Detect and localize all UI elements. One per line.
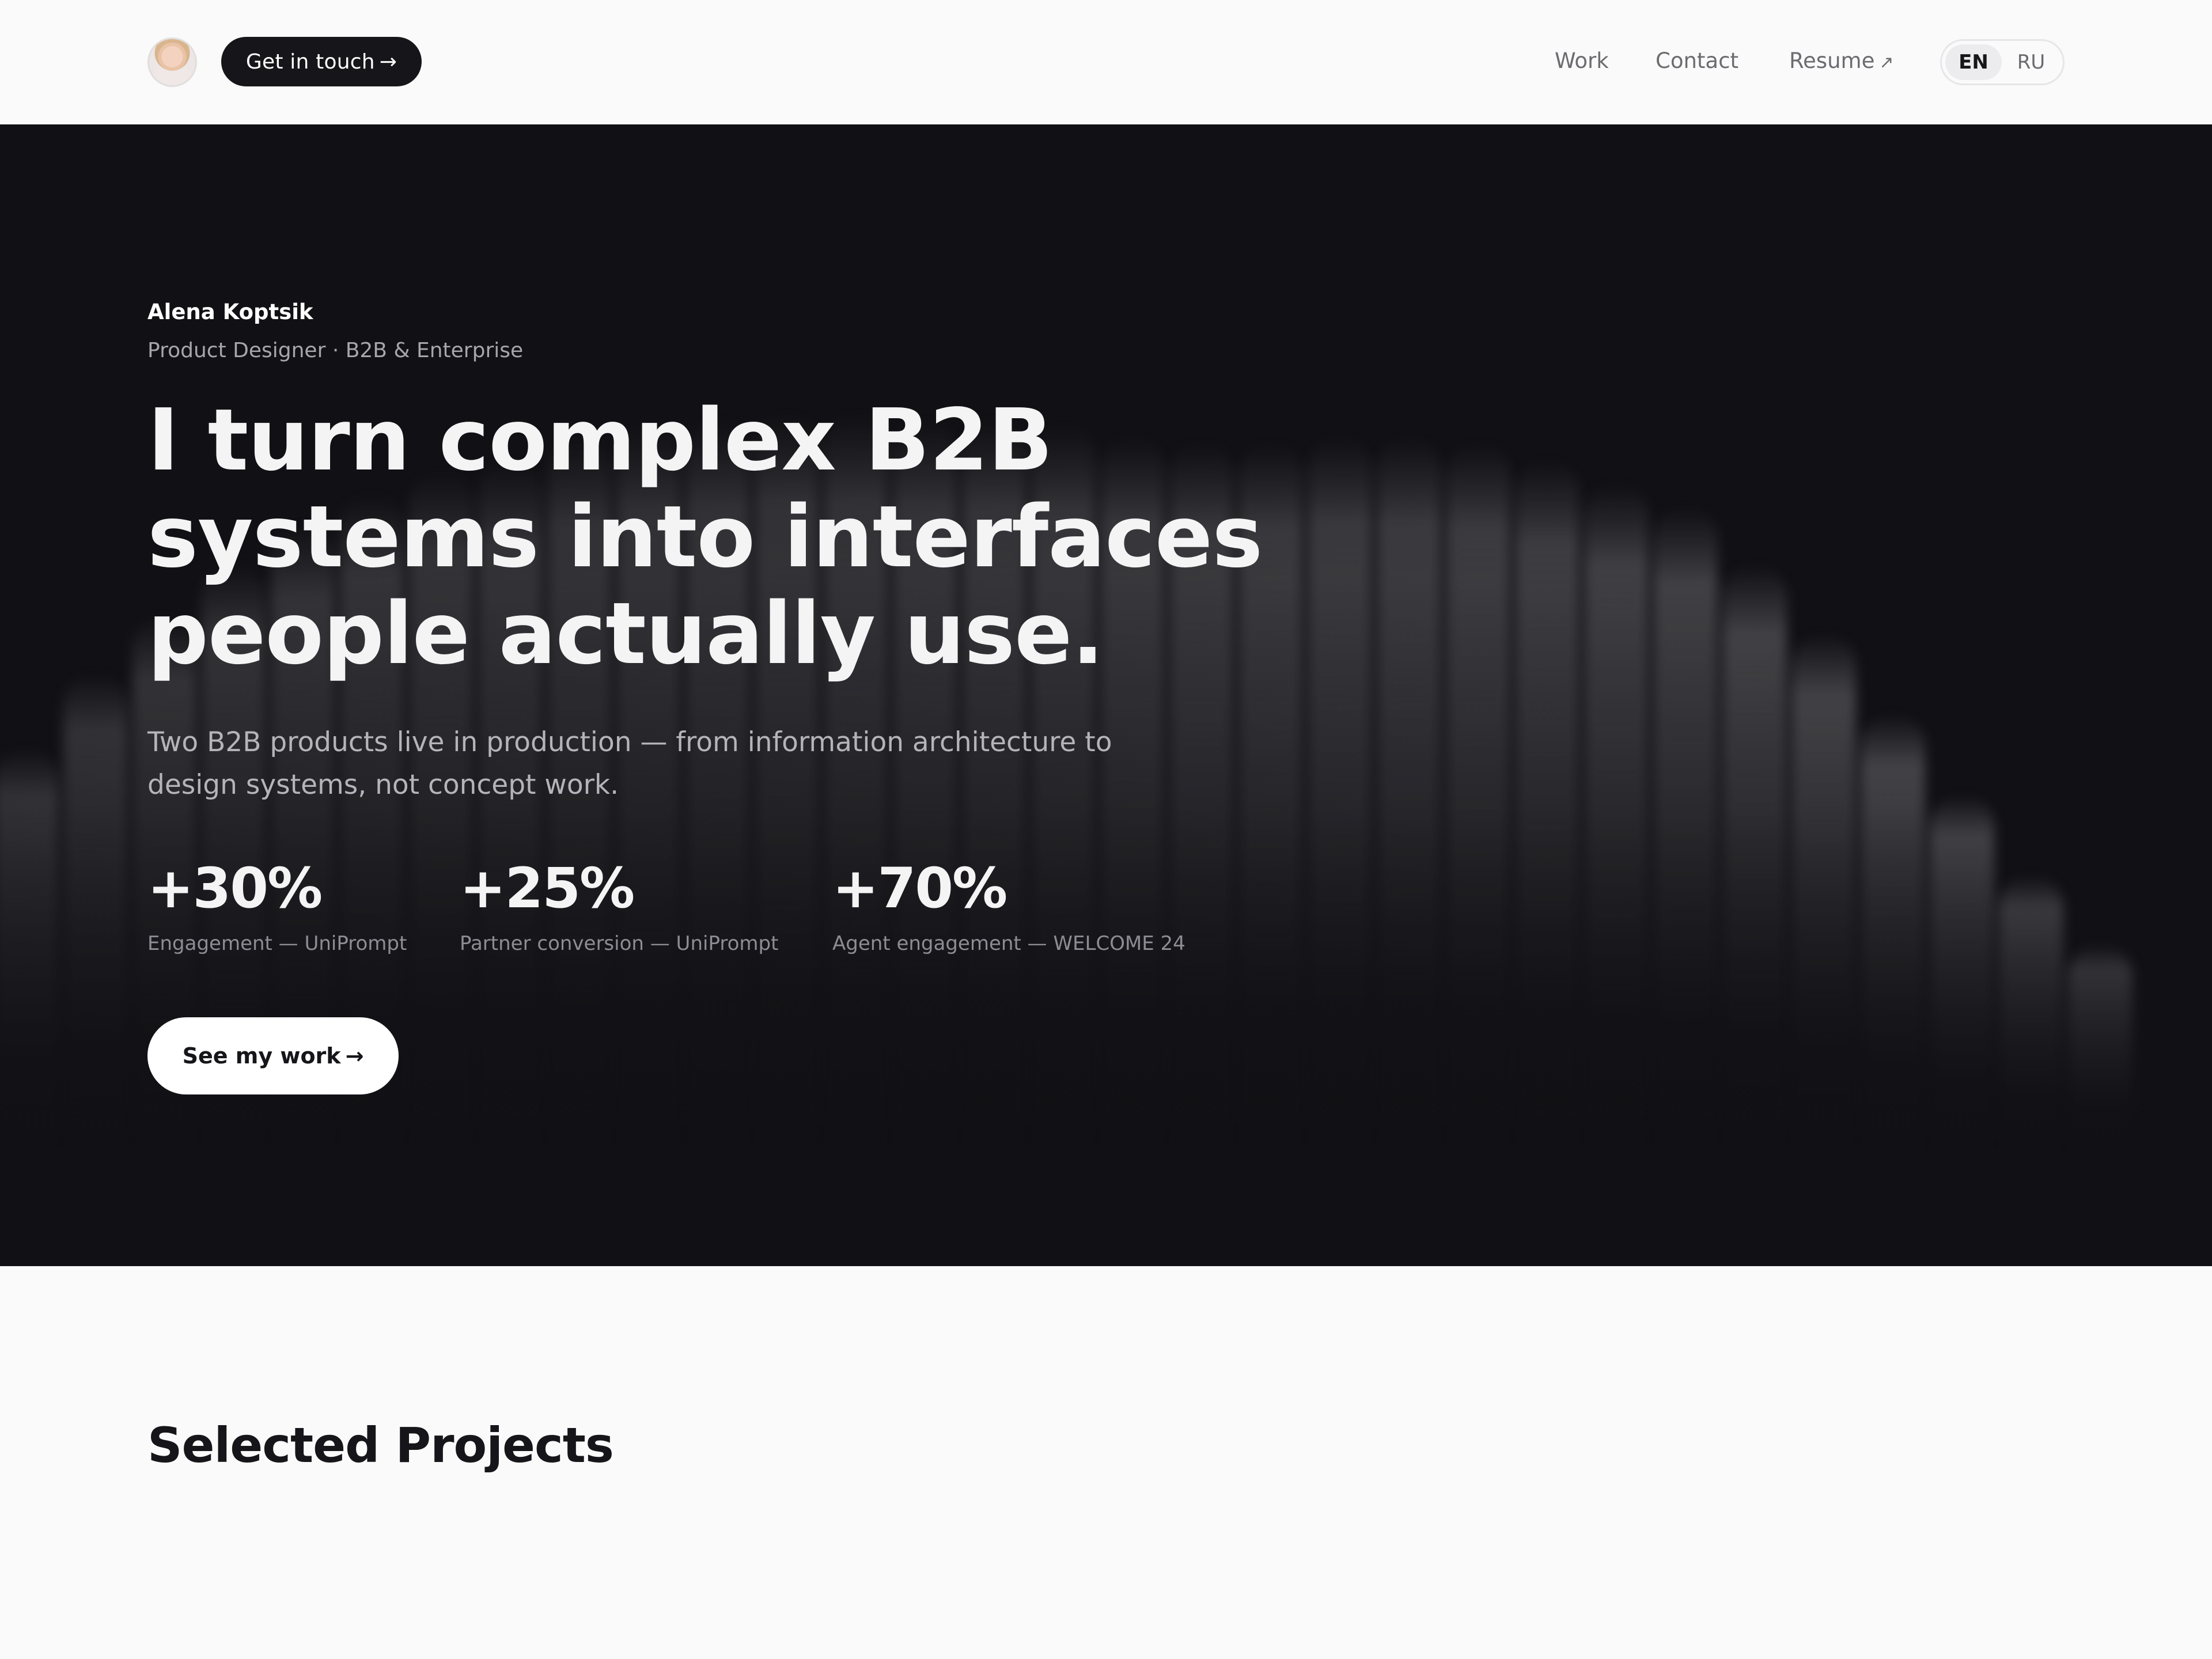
see-my-work-label: See my work — [182, 1043, 341, 1069]
see-my-work-button[interactable]: See my work → — [147, 1017, 399, 1094]
hero-name: Alena Koptsik — [147, 300, 313, 324]
language-ru-option[interactable]: RU — [2003, 44, 2059, 80]
language-en-option[interactable]: EN — [1945, 44, 2002, 80]
nav-contact-link[interactable]: Contact — [1656, 48, 1738, 76]
section-title: Selected Projects — [147, 1417, 614, 1474]
stat-label: Partner conversion — UniPrompt — [460, 932, 779, 955]
site-header: Get in touch → Work Contact Resume ↗ EN R… — [0, 0, 2212, 124]
stat-value: +30% — [147, 856, 323, 921]
stat-agent-engagement: +70% Agent engagement — WELCOME 24 — [832, 859, 1185, 955]
arrow-right-icon: → — [379, 50, 397, 74]
get-in-touch-button[interactable]: Get in touch → — [221, 37, 422, 86]
nav-resume-link[interactable]: Resume ↗ — [1789, 48, 1893, 76]
stat-value: +70% — [832, 856, 1007, 921]
hero-title: I turn complex B2B systems into interfac… — [147, 391, 1263, 683]
stat-engagement: +30% Engagement — UniPrompt — [147, 859, 407, 955]
nav-work-link[interactable]: Work — [1555, 48, 1609, 76]
get-in-touch-label: Get in touch — [245, 50, 375, 74]
stat-partner-conversion: +25% Partner conversion — UniPrompt — [460, 859, 778, 955]
resume-label: Resume — [1789, 48, 1875, 73]
avatar[interactable] — [147, 37, 197, 87]
hero-description: Two B2B products live in production — fr… — [147, 726, 1112, 801]
stat-label: Agent engagement — WELCOME 24 — [832, 932, 1185, 955]
hero-role: Product Designer · B2B & Enterprise — [147, 339, 524, 362]
external-link-icon: ↗ — [1879, 52, 1894, 73]
hero-section: Alena Koptsik Product Designer · B2B & E… — [0, 124, 2212, 1266]
hero-left-overlay — [0, 124, 1498, 1266]
language-switcher: EN RU — [1940, 39, 2065, 85]
stat-value: +25% — [460, 856, 635, 921]
stat-label: Engagement — UniPrompt — [147, 932, 407, 955]
arrow-right-icon: → — [345, 1043, 364, 1069]
